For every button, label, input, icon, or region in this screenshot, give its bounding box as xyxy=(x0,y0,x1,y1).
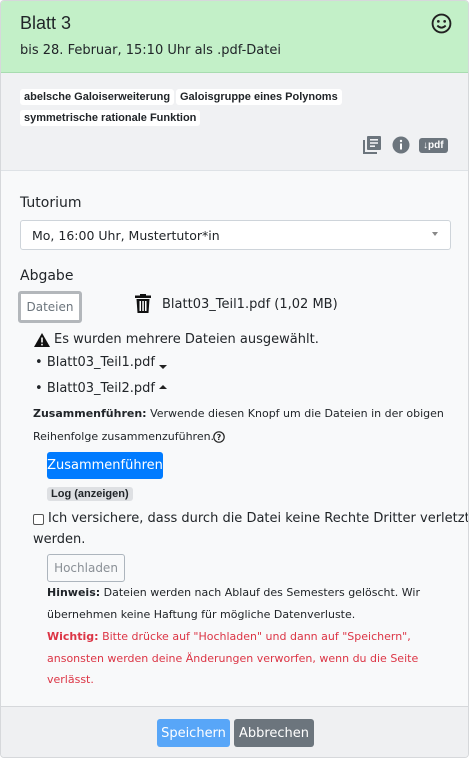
deadline: bis 28. Februar, 15:10 Uhr als .pdf-Date… xyxy=(20,43,281,58)
tutorium-select[interactable]: Mo, 16:00 Uhr, Mustertutor*in xyxy=(20,220,451,250)
save-button[interactable]: Speichern xyxy=(157,719,230,747)
upload-button[interactable]: Hochladen xyxy=(47,554,125,582)
card-header: Blatt 3 bis 28. Februar, 15:10 Uhr als .… xyxy=(1,1,468,73)
abgabe-label: Abgabe xyxy=(20,268,74,284)
multiple-files-warning: Es wurden mehrere Dateien ausgewählt. xyxy=(54,332,319,347)
merge-text: Reihenfolge zusammenzuführen. xyxy=(33,430,215,443)
card-footer: Speichern Abbrechen xyxy=(1,706,468,757)
tutorium-selected: Mo, 16:00 Uhr, Mustertutor*in xyxy=(32,228,220,243)
cancel-button[interactable]: Abbrechen xyxy=(234,719,314,747)
tag[interactable]: symmetrische rationale Funktion xyxy=(20,110,201,126)
merge-button[interactable]: Zusammenführen xyxy=(47,452,163,479)
submission-card: Blatt 3 bis 28. Februar, 15:10 Uhr als .… xyxy=(0,0,469,758)
merge-bold: Zusammenführen: xyxy=(33,407,147,420)
merge-text: Verwende diesen Knopf um die Dateien in … xyxy=(150,407,444,420)
warning-icon xyxy=(34,333,50,347)
trash-icon[interactable] xyxy=(135,294,151,313)
important-text-2: ansonsten werden deine Änderungen verwor… xyxy=(47,652,419,665)
hint-line: Dateien werden nach Ablauf des Semesters… xyxy=(103,586,421,599)
smiley-icon xyxy=(431,13,452,34)
important-line: Bitte drücke auf "Hochladen" und dann au… xyxy=(102,630,411,643)
file-name: Blatt03_Teil2.pdf xyxy=(46,381,155,396)
selected-file-name: Blatt03_Teil1.pdf (1,02 MB) xyxy=(162,297,338,312)
file-list-item: • Blatt03_Teil1.pdf xyxy=(35,355,155,370)
hint-text: Hinweis: Dateien werden nach Ablauf des … xyxy=(47,586,420,599)
consent-label[interactable]: Ich versichere, dass durch die Datei kei… xyxy=(48,511,468,526)
tag-section: abelsche Galoiserweiterung Galoisgruppe … xyxy=(1,73,468,171)
download-pdf-button[interactable]: ↓pdf xyxy=(419,138,448,153)
sheet-title: Blatt 3 xyxy=(20,13,72,33)
log-toggle-button[interactable]: Log (anzeigen) xyxy=(47,487,133,501)
tag[interactable]: Galoisgruppe eines Polynoms xyxy=(176,89,342,105)
important-bold: Wichtig: xyxy=(47,630,99,643)
chevron-down-icon xyxy=(432,232,438,236)
help-icon[interactable]: ? xyxy=(213,431,225,443)
tag[interactable]: abelsche Galoiserweiterung xyxy=(20,89,175,105)
move-up-icon[interactable] xyxy=(159,385,167,389)
choose-files-button[interactable]: Dateien xyxy=(18,291,82,323)
merge-description-2: Reihenfolge zusammenzuführen. xyxy=(33,430,214,443)
info-icon[interactable] xyxy=(392,136,410,154)
file-name: Blatt03_Teil1.pdf xyxy=(46,355,155,370)
move-down-icon[interactable] xyxy=(159,365,167,369)
list-document-icon[interactable] xyxy=(363,136,381,154)
important-text-3: verlässt. xyxy=(47,673,94,686)
hint-text-2: übernehmen keine Haftung für mögliche Da… xyxy=(47,608,356,621)
tutorium-label: Tutorium xyxy=(20,195,82,211)
svg-text:?: ? xyxy=(217,433,222,442)
consent-checkbox[interactable] xyxy=(33,514,44,525)
merge-description: Zusammenführen: Verwende diesen Knopf um… xyxy=(33,407,444,420)
file-list-item: • Blatt03_Teil2.pdf xyxy=(35,381,155,396)
consent-label-2[interactable]: werden. xyxy=(33,532,85,547)
hint-bold: Hinweis: xyxy=(47,586,101,599)
important-text: Wichtig: Bitte drücke auf "Hochladen" un… xyxy=(47,630,411,643)
